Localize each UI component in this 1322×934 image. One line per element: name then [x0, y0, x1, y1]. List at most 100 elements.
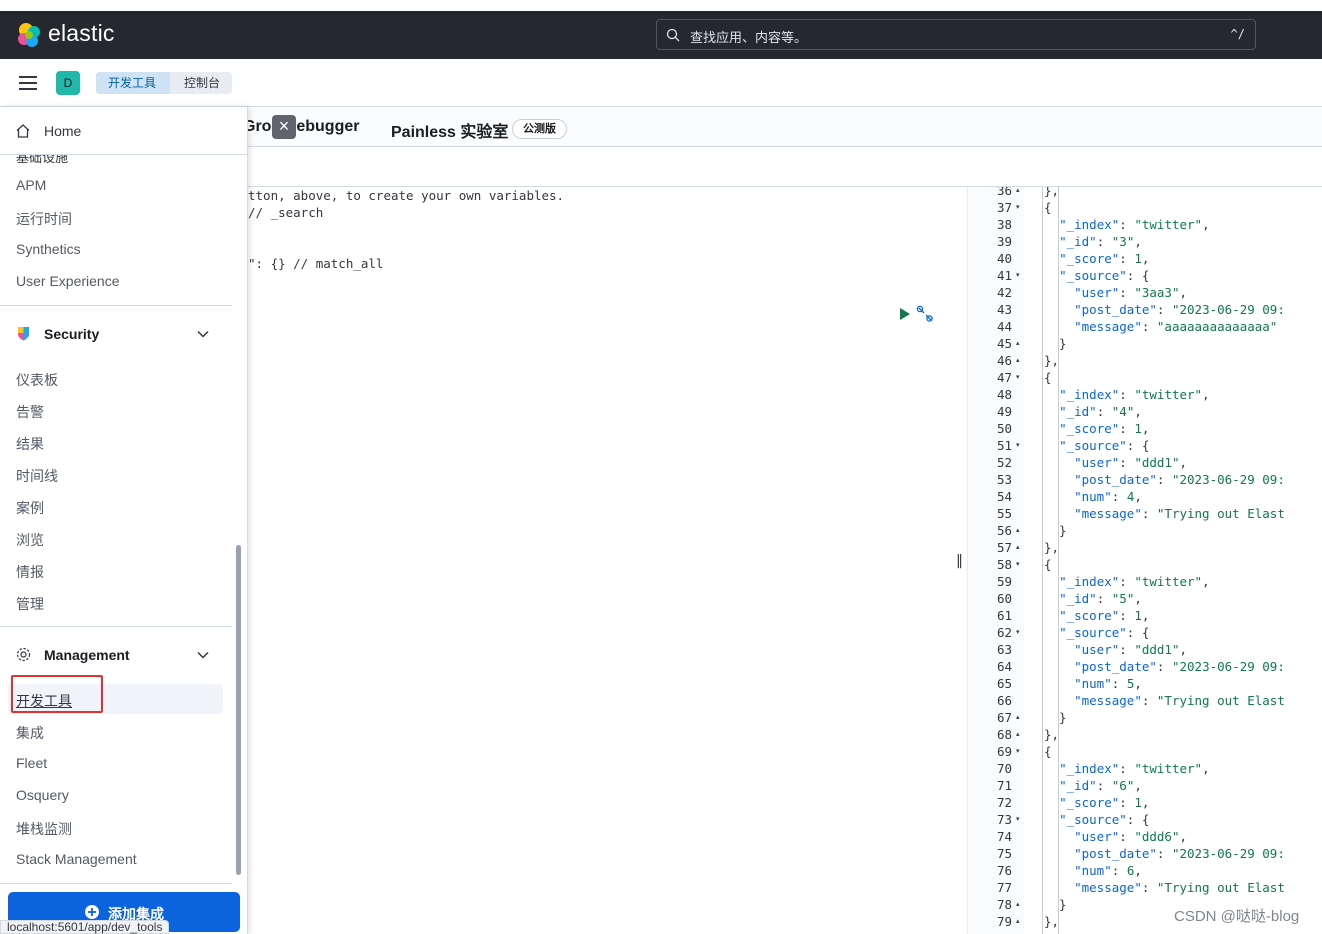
fold-toggle-icon[interactable]: ▴ [1016, 730, 1020, 738]
nav-item-cases[interactable]: 案例 [16, 498, 44, 518]
response-line: } [1044, 710, 1067, 725]
nav-item-osquery[interactable]: Osquery [16, 787, 69, 803]
tab-painless-lab[interactable]: Painless 实验室 [391, 118, 508, 142]
brand-name[interactable]: elastic [48, 20, 115, 47]
nav-scrollbar[interactable] [236, 545, 241, 875]
json-value: "2023-06-29 09: [1171, 659, 1285, 674]
nav-item-security-dashboard[interactable]: 仪表板 [16, 370, 58, 390]
global-header: elastic 查找应用、内容等。 ^/ [0, 11, 1322, 59]
response-line: "_source": { [1059, 268, 1150, 283]
send-request-icon[interactable] [899, 307, 911, 321]
fold-toggle-icon[interactable]: ▾ [1016, 441, 1020, 449]
panel-resize-handle[interactable]: ‖ [956, 553, 963, 569]
response-line: "num": 6, [1074, 863, 1142, 878]
nav-item-timelines[interactable]: 时间线 [16, 466, 58, 486]
json-value: "3" [1111, 234, 1135, 249]
json-key: "_id" [1059, 404, 1097, 419]
json-value: 4 [1126, 489, 1135, 504]
fold-toggle-icon[interactable]: ▾ [1016, 271, 1020, 279]
response-line: }, [1044, 540, 1060, 555]
breadcrumb-dev-tools[interactable]: 开发工具 [96, 72, 171, 94]
close-nav-button[interactable]: × [272, 115, 296, 139]
request-line: tton, above, to create your own variable… [248, 188, 565, 203]
fold-toggle-icon[interactable]: ▾ [1016, 628, 1020, 636]
fold-toggle-icon[interactable]: ▴ [1016, 917, 1020, 925]
response-line: "_source": { [1059, 812, 1150, 827]
response-line: "_score": 1, [1059, 608, 1150, 623]
line-number: 75 [996, 846, 1012, 861]
json-value: "ddd1" [1134, 455, 1180, 470]
space-avatar[interactable]: D [56, 71, 80, 95]
menu-toggle-icon[interactable] [19, 76, 37, 90]
response-line: "_id": "5", [1059, 591, 1142, 606]
fold-toggle-icon[interactable]: ▾ [1016, 560, 1020, 568]
json-value: 1 [1134, 608, 1142, 623]
line-number: 78 [996, 897, 1012, 912]
json-key: "num" [1074, 863, 1112, 878]
json-key: "_id" [1059, 778, 1097, 793]
fold-toggle-icon[interactable]: ▴ [1016, 543, 1020, 551]
tab-grok-debugger[interactable]: Grok Debugger [243, 118, 359, 136]
json-key: "_index" [1059, 217, 1120, 232]
nav-item-apm[interactable]: APM [16, 177, 46, 193]
search-placeholder: 查找应用、内容等。 [690, 30, 808, 45]
indent-guide [1042, 187, 1043, 934]
fold-toggle-icon[interactable]: ▾ [1016, 373, 1020, 381]
chevron-down-icon[interactable] [196, 327, 210, 341]
nav-item-stack-management[interactable]: Stack Management [16, 851, 137, 867]
nav-home[interactable]: Home [0, 107, 247, 155]
json-key: "post_date" [1074, 472, 1157, 487]
nav-item-alerts[interactable]: 告警 [16, 402, 44, 422]
nav-item-explore[interactable]: 浏览 [16, 530, 44, 550]
wrench-icon[interactable] [916, 305, 934, 323]
global-search-input[interactable]: 查找应用、内容等。 ^/ [656, 19, 1256, 50]
json-value: "3aa3" [1134, 285, 1180, 300]
nav-item-security-manage[interactable]: 管理 [16, 594, 44, 614]
fold-toggle-icon[interactable]: ▴ [1016, 526, 1020, 534]
json-key: "_id" [1059, 591, 1097, 606]
fold-toggle-icon[interactable]: ▾ [1016, 203, 1020, 211]
line-number: 72 [996, 795, 1012, 810]
nav-item-intelligence[interactable]: 情报 [16, 562, 44, 582]
response-editor[interactable]: 36 ▴ 37 ▾ 38 39 40 41 ▾ 42 43 44 45 ▴ 46 ▴ 47 ▾ 48 49 50 51 ▾ 5… [967, 187, 1322, 934]
nav-divider [0, 883, 232, 884]
json-key: "message" [1074, 880, 1142, 895]
fold-toggle-icon[interactable]: ▴ [1016, 339, 1020, 347]
fold-toggle-icon[interactable]: ▴ [1016, 713, 1020, 721]
response-line: "_score": 1, [1059, 421, 1150, 436]
json-value: 1 [1134, 421, 1142, 436]
line-number: 64 [996, 659, 1012, 674]
nav-group-security[interactable]: Security [44, 326, 99, 342]
nav-item-findings[interactable]: 结果 [16, 434, 44, 454]
nav-item-synthetics[interactable]: Synthetics [16, 241, 81, 257]
request-line: // _search [248, 205, 324, 220]
nav-item-stack-monitoring[interactable]: 堆栈监测 [16, 819, 72, 839]
nav-item-uptime[interactable]: 运行时间 [16, 209, 72, 229]
watermark: CSDN @哒哒-blog [1174, 908, 1300, 925]
response-line: }, [1044, 353, 1060, 368]
fold-toggle-icon[interactable]: ▴ [1016, 900, 1020, 908]
request-editor[interactable]: tton, above, to create your own variable… [248, 187, 953, 934]
fold-toggle-icon[interactable]: ▾ [1016, 747, 1020, 755]
nav-group-management[interactable]: Management [44, 647, 130, 663]
nav-item-dev-tools[interactable]: 开发工具 [16, 691, 72, 711]
nav-item-user-experience[interactable]: User Experience [16, 273, 120, 289]
line-number: 48 [996, 387, 1012, 402]
fold-toggle-icon[interactable]: ▴ [1016, 187, 1020, 194]
chevron-down-icon[interactable] [196, 648, 210, 662]
json-key: "_score" [1059, 608, 1120, 623]
response-line: }, [1044, 914, 1060, 929]
line-number: 40 [996, 251, 1012, 266]
fold-toggle-icon[interactable]: ▾ [1016, 815, 1020, 823]
nav-item-integrations[interactable]: 集成 [16, 723, 44, 743]
elastic-logo-icon[interactable] [15, 21, 43, 49]
json-key: "post_date" [1074, 302, 1157, 317]
response-line: "message": "Trying out Elast [1074, 880, 1285, 895]
json-value: "twitter" [1134, 217, 1203, 232]
fold-toggle-icon[interactable]: ▴ [1016, 356, 1020, 364]
json-value: 1 [1134, 251, 1142, 266]
response-line: } [1044, 523, 1067, 538]
line-number: 71 [996, 778, 1012, 793]
response-line: }, [1044, 727, 1060, 742]
nav-item-fleet[interactable]: Fleet [16, 755, 47, 771]
